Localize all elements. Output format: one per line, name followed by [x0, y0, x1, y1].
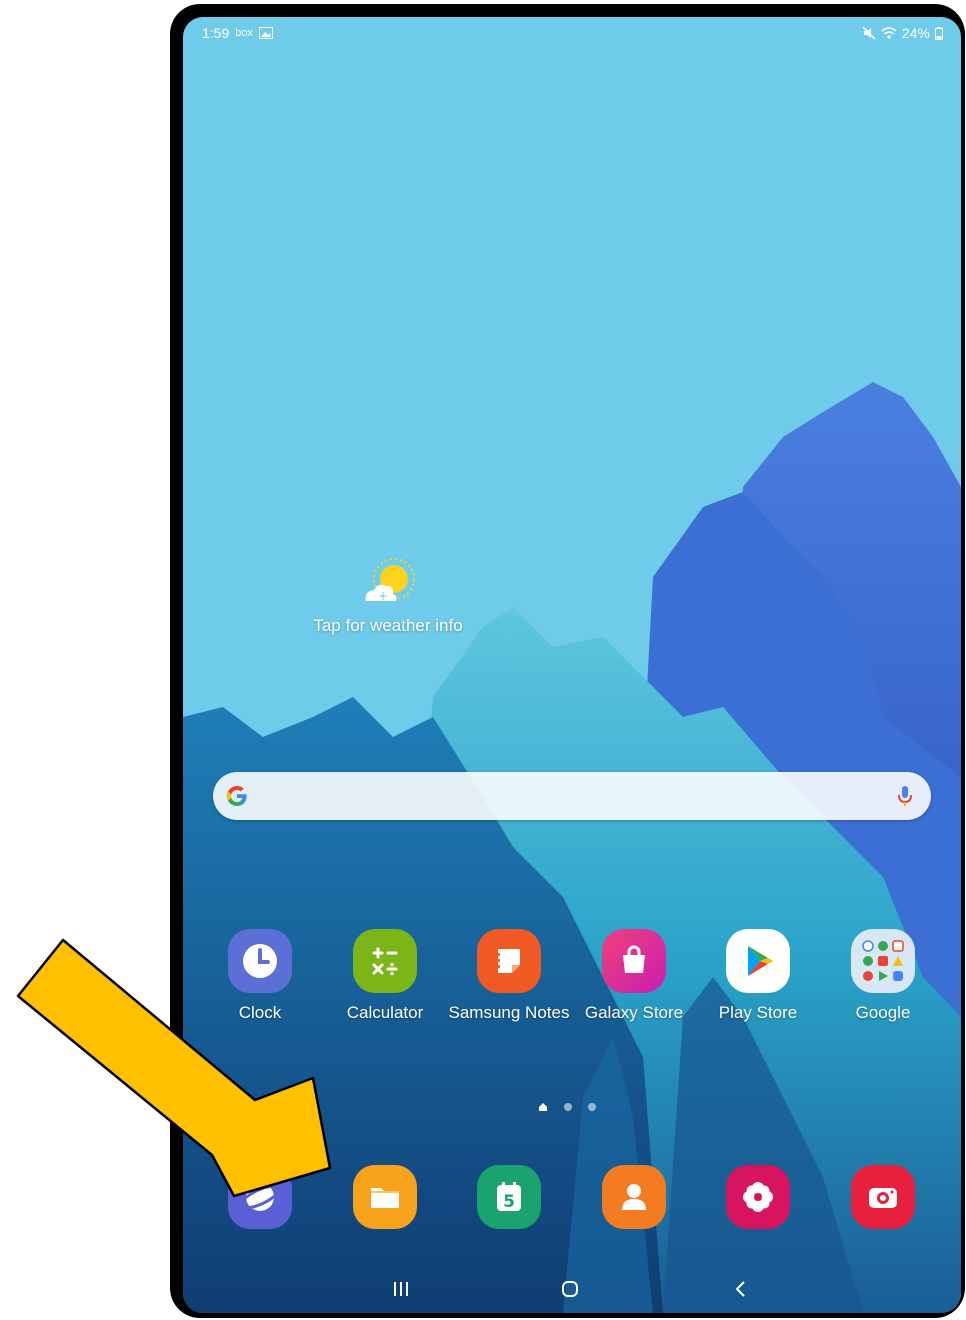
contacts-icon [602, 1165, 666, 1229]
page-dot[interactable] [588, 1103, 596, 1111]
app-google-folder[interactable]: Google [821, 929, 945, 1023]
app-galaxy-store[interactable]: Galaxy Store [572, 929, 696, 1023]
app-play-store[interactable]: Play Store [696, 929, 820, 1023]
app-label: Clock [238, 1003, 282, 1022]
home-screen: 1:59 box 24% + Tap for weather info Cloc… [183, 17, 961, 1313]
samsung-internet-icon [228, 1165, 292, 1229]
wifi-icon [881, 27, 897, 39]
dock-app-contacts[interactable] [572, 1165, 696, 1229]
svg-text:+: + [378, 589, 388, 603]
status-time: 1:59 [202, 25, 230, 41]
calendar-day: 5 [503, 1192, 515, 1212]
app-label: Google [855, 1003, 911, 1022]
back-icon[interactable] [731, 1279, 751, 1299]
status-bar: 1:59 box 24% [183, 23, 961, 45]
dock: 5 [183, 1165, 961, 1235]
google-g-icon [226, 785, 247, 807]
samsung-notes-icon [477, 929, 541, 993]
home-page-dot-icon[interactable] [538, 1102, 548, 1112]
app-label: Samsung Notes [448, 1003, 570, 1022]
google-search-bar[interactable] [213, 772, 931, 820]
calendar-icon: 5 [477, 1165, 541, 1229]
navigation-bar [183, 1275, 961, 1313]
camera-icon [851, 1165, 915, 1229]
app-label: Calculator [346, 1003, 424, 1022]
weather-sun-cloud-icon: + [365, 558, 415, 603]
my-files-icon [353, 1165, 417, 1229]
dock-app-calendar[interactable]: 5 [447, 1165, 571, 1229]
box-icon: box [235, 27, 253, 39]
app-samsung-notes[interactable]: Samsung Notes [447, 929, 571, 1023]
app-calculator[interactable]: Calculator [323, 929, 447, 1023]
dock-app-internet[interactable] [198, 1165, 322, 1229]
google-folder-icon [851, 929, 915, 993]
app-clock[interactable]: Clock [198, 929, 322, 1023]
home-icon[interactable] [560, 1279, 580, 1299]
clock-icon [228, 929, 292, 993]
weather-label: Tap for weather info [313, 616, 463, 635]
calculator-icon [353, 929, 417, 993]
battery-percent: 24% [901, 25, 930, 41]
page-dot[interactable] [564, 1103, 572, 1111]
galaxy-store-icon [602, 929, 666, 993]
app-label: Galaxy Store [584, 1003, 684, 1022]
gallery-icon [259, 27, 273, 39]
mute-icon [862, 26, 876, 40]
tablet-frame: 1:59 box 24% + Tap for weather info Cloc… [170, 4, 965, 1318]
dock-app-camera[interactable] [821, 1165, 945, 1229]
play-store-icon [726, 929, 790, 993]
wallpaper [183, 382, 961, 1313]
app-label: Play Store [718, 1003, 798, 1022]
page-indicator [538, 1102, 596, 1112]
weather-widget[interactable]: + Tap for weather info [283, 557, 493, 636]
microphone-icon[interactable] [897, 784, 913, 808]
app-grid: Clock Calculator Samsung Notes Galaxy St… [183, 929, 961, 1049]
recents-icon[interactable] [391, 1279, 411, 1299]
dock-app-gallery[interactable] [696, 1165, 820, 1229]
dock-app-my-files[interactable] [323, 1165, 447, 1229]
gallery-flower-icon [726, 1165, 790, 1229]
battery-icon [935, 26, 943, 40]
